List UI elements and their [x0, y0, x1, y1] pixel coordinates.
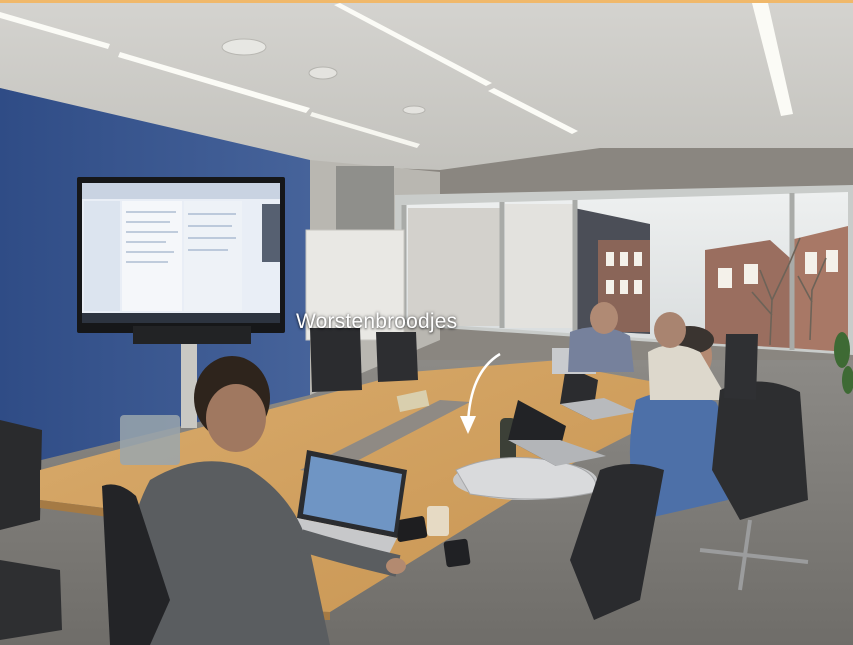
- meeting-room-photo: Worstenbroodjes: [0, 0, 853, 645]
- drinking-glass: [427, 506, 449, 536]
- soundbar: [133, 326, 251, 344]
- building-outside: [505, 204, 575, 328]
- office-chair: [0, 560, 62, 640]
- screen-panel: [122, 201, 182, 311]
- tv-stand-pole: [181, 330, 197, 428]
- screen-taskbar: [82, 313, 280, 323]
- ceiling-sensor: [402, 105, 426, 115]
- concrete-column: [336, 166, 394, 236]
- ceiling-speaker: [221, 38, 267, 56]
- screen-panel: [84, 201, 120, 311]
- screen-video-tiles: [262, 204, 280, 262]
- office-chair: [310, 328, 362, 392]
- office-chair: [724, 334, 758, 400]
- phone: [443, 538, 471, 568]
- screen-panel: [184, 201, 242, 311]
- annotation-label: Worstenbroodjes: [296, 310, 458, 333]
- screen-toolbar: [82, 183, 280, 199]
- office-chair: [0, 420, 42, 530]
- glass-tray: [120, 415, 180, 465]
- office-chair: [376, 332, 418, 382]
- ceiling-sensor: [308, 66, 338, 80]
- building-outside: [705, 240, 790, 348]
- building-outside: [408, 208, 500, 326]
